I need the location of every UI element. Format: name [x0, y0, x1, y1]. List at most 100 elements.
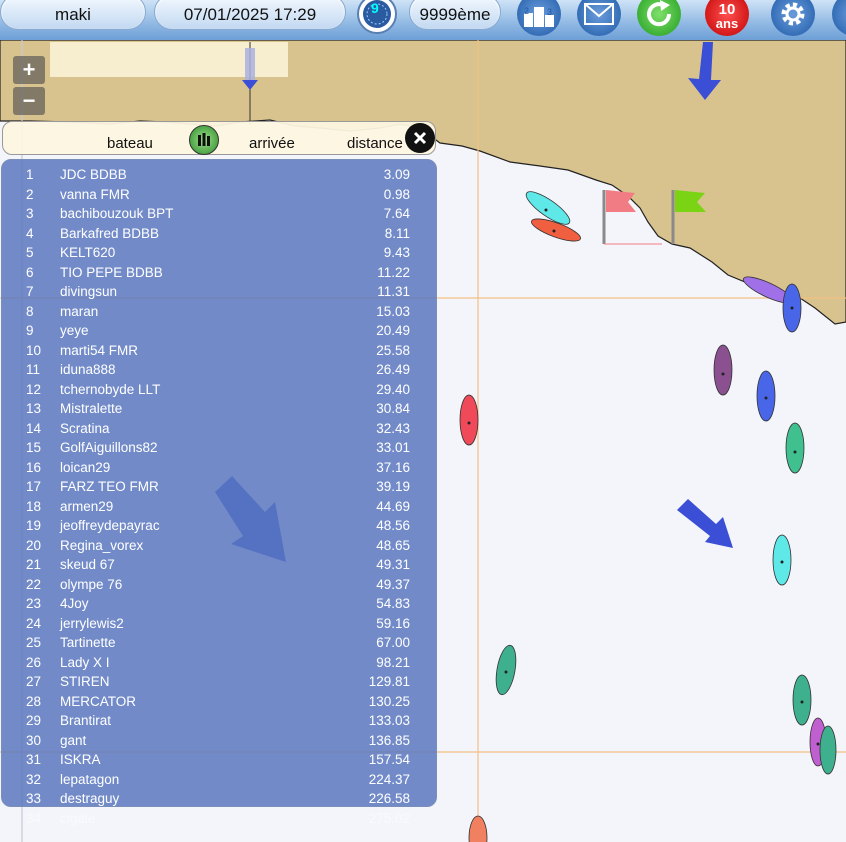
- boat-distance: 15.03: [376, 303, 410, 319]
- top-toolbar: maki 07/01/2025 17:29 9 9999ème 2 3 10 a…: [0, 0, 846, 40]
- ranking-row[interactable]: 2 vanna FMR 0.98: [2, 187, 438, 207]
- gear-icon: [781, 2, 805, 26]
- ranking-row[interactable]: 33 destraguy 226.58: [2, 791, 438, 811]
- rank-number: 22: [26, 576, 42, 592]
- ranking-row[interactable]: 12 tchernobyde LLT 29.40: [2, 382, 438, 402]
- boat-name: Brantirat: [60, 713, 112, 728]
- boat-name: Barkafred BDBB: [60, 225, 160, 241]
- boat-distance: 11.22: [377, 264, 410, 280]
- boat-distance: 9.43: [383, 245, 410, 260]
- rank-number: 14: [26, 420, 42, 436]
- anniversary-label: ans: [715, 16, 739, 31]
- boat-distance: 129.81: [368, 674, 410, 689]
- header-arrival[interactable]: arrivée: [249, 135, 295, 152]
- ranking-row[interactable]: 11 iduna888 26.49: [2, 362, 438, 382]
- ranking-row[interactable]: 10 marti54 FMR 25.58: [2, 343, 438, 363]
- boat-distance: 0.98: [383, 186, 410, 202]
- podium-button[interactable]: 2 3: [517, 0, 561, 36]
- rank-number: 27: [26, 674, 42, 689]
- rank-number: 28: [26, 693, 42, 709]
- envelope-icon: [584, 3, 614, 25]
- rank-number: 17: [26, 479, 42, 494]
- rank-number: 11: [26, 362, 41, 377]
- header-distance[interactable]: distance: [347, 135, 403, 152]
- ranking-row[interactable]: 27 STIREN 129.81: [2, 674, 438, 694]
- boat-name: Mistralette: [60, 401, 123, 416]
- username-pill[interactable]: maki: [0, 0, 146, 30]
- rank-number: 29: [26, 713, 42, 728]
- boat-distance: 30.84: [376, 401, 410, 416]
- ranking-row[interactable]: 28 MERCATOR 130.25: [2, 694, 438, 714]
- rank-number: 19: [26, 518, 42, 533]
- refresh-icon: [647, 0, 672, 27]
- header-boat[interactable]: bateau: [107, 135, 153, 152]
- boat-distance: 98.21: [376, 654, 410, 670]
- ranking-row[interactable]: 21 skeud 67 49.31: [2, 557, 438, 577]
- ranking-row[interactable]: 1 JDC BDBB 3.09: [2, 167, 438, 187]
- ranking-row[interactable]: 15 GolfAiguillons82 33.01: [2, 440, 438, 460]
- ranking-row[interactable]: 18 armen29 44.69: [2, 499, 438, 519]
- ranking-row[interactable]: 3 bachibouzouk BPT 7.64: [2, 206, 438, 226]
- boat-distance: 48.56: [376, 518, 410, 533]
- ranking-row[interactable]: 29 Brantirat 133.03: [2, 713, 438, 733]
- boat-distance: 3.09: [383, 167, 410, 182]
- rank-number: 7: [26, 284, 34, 299]
- ranking-row[interactable]: 23 4Joy 54.83: [2, 596, 438, 616]
- settings-button[interactable]: [771, 0, 815, 36]
- rank-number: 20: [26, 537, 42, 553]
- rank-number: 23: [26, 596, 42, 611]
- podium-second-label: 2: [524, 6, 530, 16]
- boat-distance: 157.54: [368, 752, 410, 767]
- zoom-out-button[interactable]: −: [13, 87, 45, 115]
- ranking-row[interactable]: 13 Mistralette 30.84: [2, 401, 438, 421]
- zoom-in-button[interactable]: +: [13, 56, 45, 84]
- rank-number: 10: [26, 342, 42, 358]
- boat-name: TIO PEPE BDBB: [60, 264, 163, 280]
- ranking-row[interactable]: 9 yeye 20.49: [2, 323, 438, 343]
- rank-number: 21: [26, 557, 42, 572]
- ranking-row[interactable]: 4 Barkafred BDBB 8.11: [2, 226, 438, 246]
- ranking-row[interactable]: 22 olympe 76 49.37: [2, 577, 438, 597]
- boat-distance: 226.58: [368, 791, 410, 806]
- boat-name: jeoffreydepayrac: [60, 518, 160, 533]
- boat-distance: 49.37: [376, 576, 410, 592]
- boat-distance: 130.25: [368, 693, 410, 709]
- boat-name: MERCATOR: [60, 693, 137, 709]
- ranking-toggle-button[interactable]: [189, 125, 219, 155]
- ranking-row[interactable]: 8 maran 15.03: [2, 304, 438, 324]
- more-button[interactable]: [832, 0, 846, 36]
- ranking-row[interactable]: 17 FARZ TEO FMR 39.19: [2, 479, 438, 499]
- ranking-row[interactable]: 5 KELT620 9.43: [2, 245, 438, 265]
- boat-name: skeud 67: [60, 557, 115, 572]
- ranking-row[interactable]: 31 ISKRA 157.54: [2, 752, 438, 772]
- ranking-row[interactable]: 7 divingsun 11.31: [2, 284, 438, 304]
- ranking-row[interactable]: 30 gant 136.85: [2, 733, 438, 753]
- ranking-panel[interactable]: 1 JDC BDBB 3.09 2 vanna FMR 0.98 3 bachibouzouk…: [1, 159, 438, 826]
- messages-button[interactable]: [577, 0, 621, 36]
- rank-number: 2: [26, 186, 34, 202]
- close-ranking-button[interactable]: [405, 123, 435, 153]
- ranking-row[interactable]: 19 jeoffreydepayrac 48.56: [2, 518, 438, 538]
- refresh-button[interactable]: [637, 0, 681, 36]
- boat-name: destraguy: [60, 791, 120, 806]
- ranking-row[interactable]: 26 Lady X I 98.21: [2, 655, 438, 675]
- bars-icon: [198, 133, 210, 146]
- rank-number: 24: [26, 615, 42, 631]
- wind-compass-button[interactable]: 9: [355, 0, 399, 36]
- ranking-row[interactable]: 16 loican29 37.16: [2, 460, 438, 480]
- wind-badge: 9: [371, 0, 379, 16]
- ranking-row[interactable]: 24 jerrylewis2 59.16: [2, 616, 438, 636]
- anniversary-badge[interactable]: 10 ans: [705, 0, 749, 36]
- ranking-row[interactable]: 25 Tartinette 67.00: [2, 635, 438, 655]
- rank-number: 3: [26, 206, 34, 221]
- ranking-row[interactable]: 14 Scratina 32.43: [2, 421, 438, 441]
- ranking-row[interactable]: 34 cigale 275.02: [2, 811, 438, 831]
- ranking-row[interactable]: 20 Regina_vorex 48.65: [2, 538, 438, 558]
- boat-name: marti54 FMR: [60, 342, 139, 358]
- ranking-row[interactable]: 32 lepatagon 224.37: [2, 772, 438, 792]
- username: maki: [55, 5, 91, 24]
- ranking-row[interactable]: 6 TIO PEPE BDBB 11.22: [2, 265, 438, 285]
- rank-number: 13: [26, 401, 42, 416]
- rank-pill[interactable]: 9999ème: [409, 0, 501, 30]
- rank-number: 8: [26, 303, 34, 319]
